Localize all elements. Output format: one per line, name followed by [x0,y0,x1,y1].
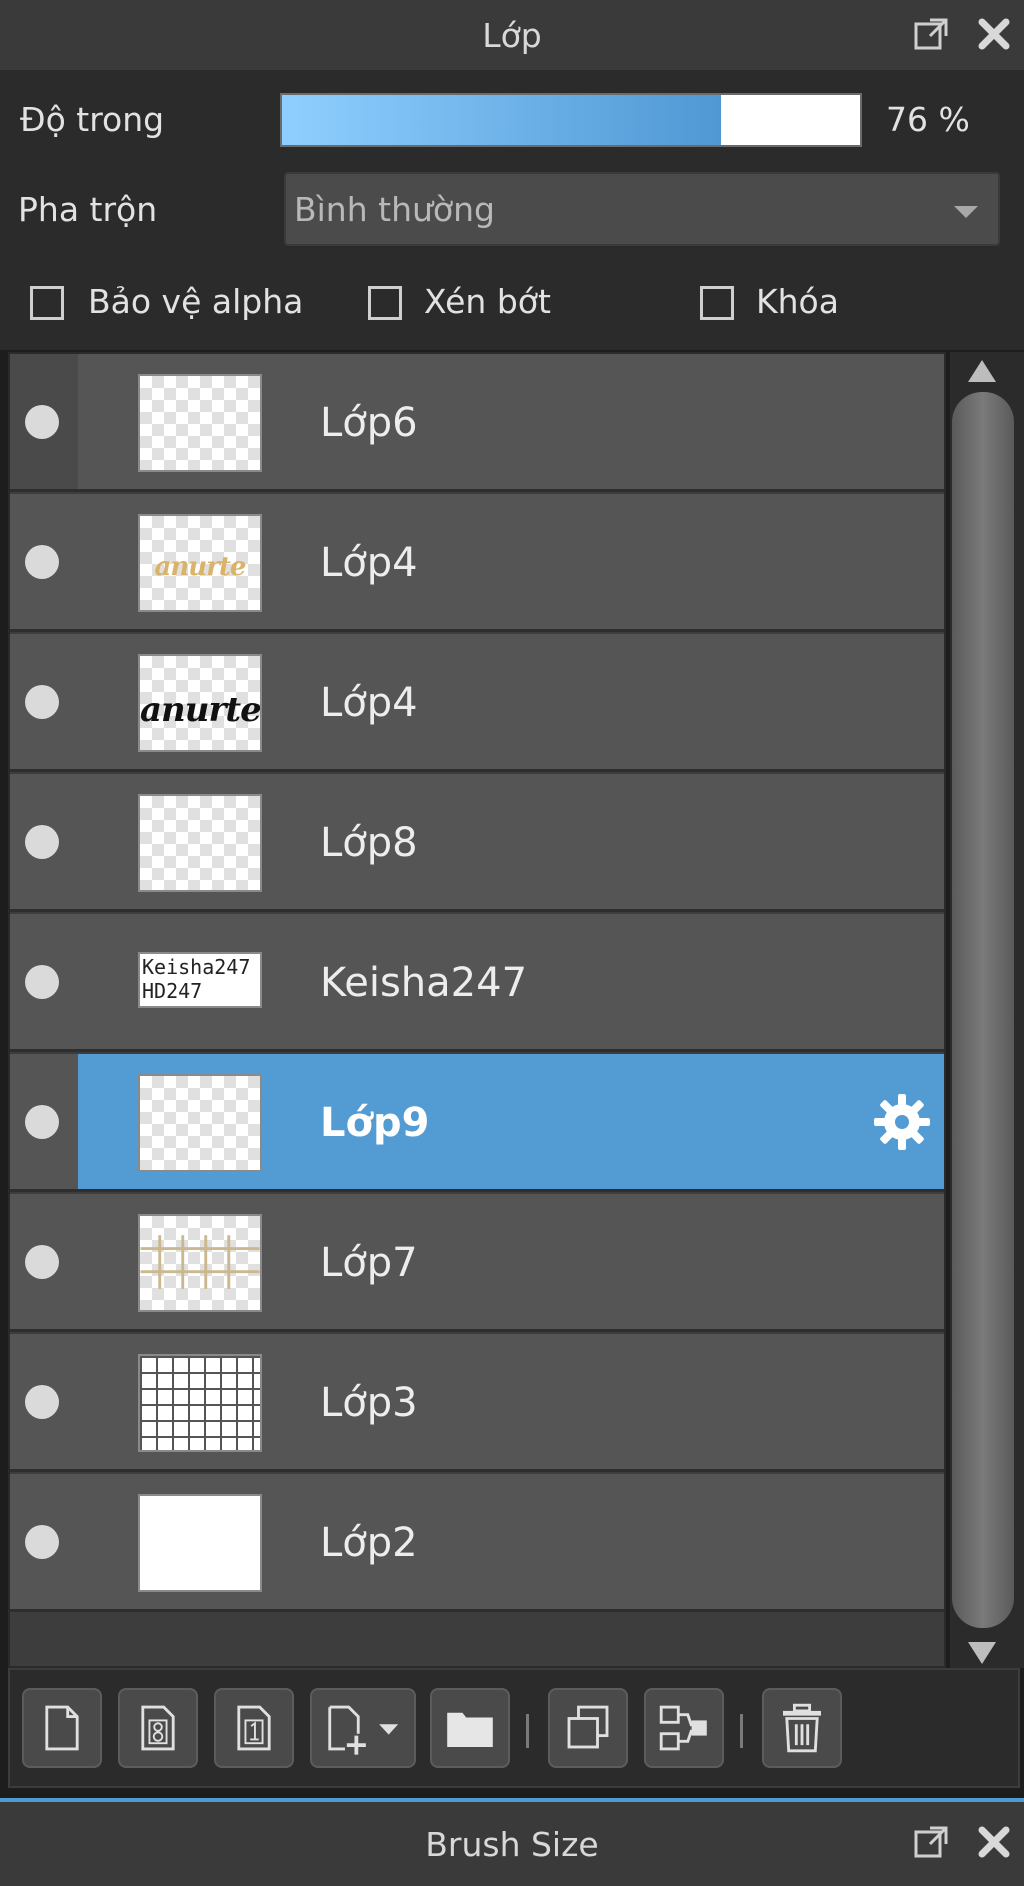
gear-icon[interactable] [870,1090,934,1154]
add-layer-menu-button[interactable] [310,1688,416,1768]
blend-mode-select[interactable]: Bình thường [284,172,1000,246]
lock-checkbox[interactable] [700,286,734,320]
delete-layer-button[interactable] [762,1688,842,1768]
layer-name: Lớp7 [320,1239,418,1286]
visibility-toggle[interactable] [25,684,59,719]
chevron-down-icon [954,206,978,218]
opacity-slider[interactable] [280,93,862,147]
scroll-up-icon[interactable] [968,360,996,382]
clip-label: Xén bớt [424,282,551,321]
visibility-toggle[interactable] [25,824,59,859]
layer-row-selected[interactable]: Lớp9 [10,1054,944,1192]
clip-checkbox[interactable] [368,286,402,320]
layer-thumbnail [138,1494,262,1592]
opacity-value: 76 % [886,100,970,139]
toolbar-separator [526,1714,529,1748]
layer-thumbnail [138,1074,262,1172]
new-layer-button[interactable] [22,1688,102,1768]
thumbnail-text-line: Keisha247 [142,955,251,979]
layer-row[interactable]: Lớp3 [10,1334,944,1472]
layer-thumbnail: anurte [138,514,262,612]
blend-label: Pha trộn [18,190,158,229]
clip-option[interactable] [368,286,402,320]
new-1bit-layer-icon [237,1705,271,1751]
layer-thumbnail [138,794,262,892]
close-icon[interactable] [974,14,1014,54]
layer-name: Lớp9 [320,1099,430,1146]
opacity-label: Độ trong [20,100,165,139]
visibility-toggle[interactable] [25,544,59,579]
layer-thumbnail [138,1214,262,1312]
duplicate-layer-button[interactable] [548,1688,628,1768]
layer-name: Lớp6 [320,399,418,446]
scroll-down-icon[interactable] [968,1642,996,1664]
layer-thumbnail: Keisha247 HD247 [138,952,262,1008]
visibility-toggle[interactable] [25,1104,59,1139]
visibility-toggle[interactable] [25,404,59,439]
new-layer-icon [45,1705,79,1751]
layer-name: Lớp8 [320,819,418,866]
visibility-toggle[interactable] [25,1244,59,1279]
merge-layer-icon [659,1705,707,1751]
layer-list-scrollbar[interactable] [950,352,1024,1668]
visibility-toggle[interactable] [25,1524,59,1559]
new-8bit-layer-icon [141,1705,175,1751]
layer-name: Lớp2 [320,1519,418,1566]
popout-icon[interactable] [912,14,952,54]
layer-row[interactable]: Lớp2 [10,1474,944,1612]
layer-thumbnail [138,1354,262,1452]
thumbnail-script: anurte [140,690,261,730]
layer-row[interactable]: Keisha247 HD247 Keisha247 [10,914,944,1052]
new-8bit-layer-button[interactable] [118,1688,198,1768]
popout-icon[interactable] [912,1822,952,1862]
blend-mode-value: Bình thường [294,190,495,229]
new-folder-icon [447,1712,493,1747]
merge-layer-button[interactable] [644,1688,724,1768]
panel-title: Brush Size [425,1824,599,1864]
lock-label: Khóa [756,282,839,321]
new-1bit-layer-button[interactable] [214,1688,294,1768]
layer-toolbar [8,1668,1020,1788]
protect-alpha-checkbox[interactable] [30,286,64,320]
add-layer-menu-icon [328,1705,399,1755]
brush-size-panel-titlebar[interactable]: Brush Size [0,1802,1024,1886]
panel-title: Lớp [482,15,542,55]
scrollbar-thumb[interactable] [952,392,1014,1628]
layer-thumbnail: anurte [138,654,262,752]
visibility-toggle[interactable] [25,964,59,999]
layer-name: Keisha247 [320,959,528,1006]
layer-name: Lớp4 [320,679,418,726]
toolbar-separator [740,1714,743,1748]
lock-option[interactable] [700,286,734,320]
layer-row[interactable]: Lớp7 [10,1194,944,1332]
protect-alpha-option[interactable] [30,286,64,320]
protect-alpha-label: Bảo vệ alpha [88,282,304,321]
delete-layer-icon [783,1703,821,1753]
opacity-slider-fill [282,95,722,145]
thumbnail-script: anurte [154,552,247,582]
close-icon[interactable] [974,1822,1014,1862]
visibility-toggle[interactable] [25,1384,59,1419]
layer-panel-titlebar: Lớp [0,0,1024,71]
layer-row[interactable]: anurte Lớp4 [10,634,944,772]
duplicate-layer-icon [567,1705,609,1749]
layer-row[interactable]: anurte Lớp4 [10,494,944,632]
layer-row[interactable]: Lớp8 [10,774,944,912]
new-folder-button[interactable] [430,1688,510,1768]
thumbnail-text-line: HD247 [142,979,203,1003]
layer-name: Lớp4 [320,539,418,586]
layer-thumbnail [138,374,262,472]
layer-row[interactable]: Lớp6 [10,354,944,492]
layer-name: Lớp3 [320,1379,418,1426]
